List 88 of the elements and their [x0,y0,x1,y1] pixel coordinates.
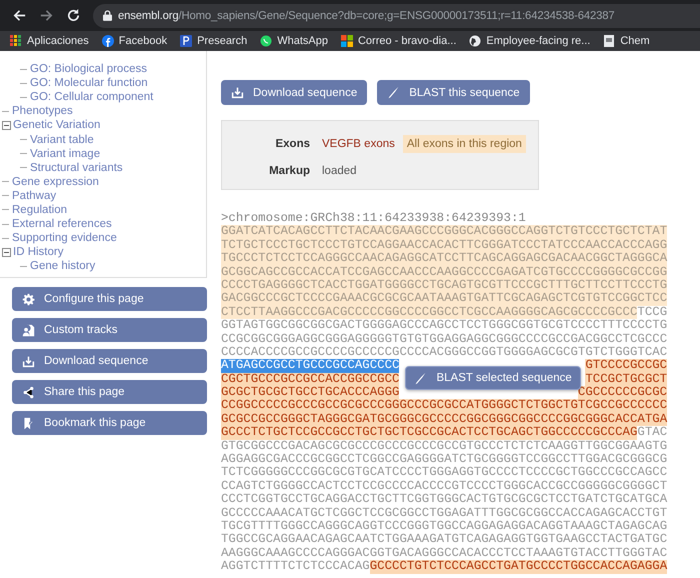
bookmark-item[interactable]: Employee-facing re... [469,35,590,47]
bookmark-item[interactable]: Chem [603,35,650,47]
utr-sequence: CTCCTTAAGGCCCGACGCCCCCGGCCCCGGCCTCGCCAAGGGGCAGCGCCCCGCCC [221,306,638,320]
utr-sequence: CCCCTGAGGGGCTCACCTGGATGGGGCCTGCAGTGCGTTCCCGCTTTGCTTCCTTCCCTG [221,278,668,292]
sidebar-link[interactable]: Regulation [12,204,67,216]
share-icon [22,386,35,399]
collapse-icon[interactable] [2,248,11,257]
sidebar-button[interactable]: Download sequence [12,349,207,374]
exon-sequence: GTCCCCGCCGC [585,359,668,373]
exon-sequence: GCGCTGCGCTGCCTGCACCCAGGG [221,386,400,400]
info-value: loaded [322,165,357,177]
utr-sequence: TGCCCTCTCCTCCAGGGCCAACAGAGGCATCCTTCAGCAGGAGCGACAACGGCTAGGGCA [221,252,668,266]
selected-sequence: ATGAGCCGCCTGCCCGCCAGCCCC [221,359,400,373]
sidebar-link[interactable]: Gene history [30,260,96,272]
bookmark-item[interactable]: WhatsApp [260,35,328,47]
bookmark-item[interactable]: Aplicaciones [10,35,89,47]
utr-sequence: GCGGCAGCCGCCACCATCCGAGCCAACCCAAGGCCCCGAGATCGTGCCCCGGGGCGCCGG [221,266,668,279]
exon-sequence: GCCCCTGTCTCCCAGCCTGATGCCCCTGGCCACCAGAGGA [370,560,668,574]
sidebar-link[interactable]: GO: Cellular component [30,91,154,104]
blast-selected-button[interactable]: BLAST selected sequence [405,366,581,390]
bookmark-item[interactable]: Facebook [102,35,168,47]
intron-sequence: TGCGTTTTGGGCCAGGGCAGGTCCCGGGTGGCCAGGAGAGGACAGGTAAAGCTAGAGCAG [221,520,668,534]
exon-sequence: CGCCCCCCGCGC [578,386,668,400]
intron-sequence: GCCCCCAAACATGCTCGGCTCCGCGGCCTGGAGATTTGGCGCGGCCACCAGAGCACCTGT [221,506,668,520]
sidebar-link[interactable]: External references [12,218,112,230]
intron-sequence: CCAGTCTGGGGCCACTCCTCCGCCCCACCCCGTCCCCTGGGCACCGCCGGGGGCGGGGCT [221,480,668,494]
presearch-icon [180,35,192,47]
facebook-icon [102,35,114,47]
intron-sequence: AGGAGGCGACCCGCGGCCTCGGCCGAGGGGATCTGCGGGGTCCGGCCTTGGACGCGGGCG [221,453,668,466]
whatsapp-icon [260,35,272,47]
collapse-icon[interactable] [2,120,11,130]
address-bar[interactable]: ensembl.org/Homo_sapiens/Gene/Sequence?db=core;g=ENSG00000173511;r=11:64234538-642387 [93,4,700,28]
legend-item: All exons in this region [402,135,526,153]
back-arrow-icon[interactable] [12,8,27,23]
sidebar-button[interactable]: Bookmark this page [12,411,207,436]
download-icon [22,354,35,368]
globe-icon [469,35,482,47]
intron-sequence: AAGGGCAAAGCCCCAGGGACGGTGACAGGGCCACACCCTCCTAAAGTGTACCTTGGGTAC [221,546,668,560]
intron-sequence: GTAC [637,426,668,440]
apps-grid-icon [10,35,22,47]
intron-sequence: CCCTCGGTGCCTGCAGGACCTGCTTCGGTGGGCACTGTGCGCGCTCCTGATCTGCATGCA [221,493,668,507]
exon-sequence: CCGGCCCCCGCCCGCCGCGCCCGGGCCCGCGCCATGGGGCTCTGGCTGTCGCCGCCCCCC [221,399,668,413]
intron-sequence: TCTCGGGGGCCCGGCGCGTGCATCCCCTGGGAGGTGCCCCTCCCCGCTGGCCCGCCAGCC [221,466,668,480]
reload-icon[interactable] [66,8,81,23]
utr-sequence: TCTGCTCCCTGCTCCCTGTCCAGGAACCACACTTCGGGATCCCTATCCCAACCACCCAGG [221,238,668,252]
sidebar-link[interactable]: GO: Molecular function [30,77,148,90]
sidebar-link[interactable]: Supporting evidence [12,232,117,244]
sidebar-link[interactable]: ID History [13,246,64,258]
exon-sequence: CGCTGCCCGCCGCCACCGGCCGCC [221,372,400,386]
intron-sequence: CCCCACCCCGCCGCCCCGCCCCCGCCCCACGGGCCGGTGGGGAGCGCGTGTCTGGGTCAC [221,346,668,360]
sidebar-link[interactable]: Pathway [12,190,56,202]
sidebar-link[interactable]: Variant table [30,134,94,146]
intron-sequence: CCGCGGCGGGAGGCGGGAGGGGGTGTGTGGAGGAGGCGGGCCCCGCCGACGGCCTCGCCC [221,332,668,346]
bookmark-item[interactable]: Presearch [180,35,248,47]
sequence-header: >chromosome:GRCh38:11:64233938:64239393:1 [221,212,526,226]
download-icon [231,86,244,99]
sidebar-link[interactable]: Variant image [30,148,100,160]
intron-sequence: AGGTCTTTTCTCTCCCACAG [221,560,370,574]
exon-sequence: GCGCCGCCGGGCTAGGGCGATGCGGGCGCCCCCGGCGGGCGGCCCCGGCGGGCACCATGA [221,412,668,426]
sidebar-link[interactable]: Gene expression [12,176,99,188]
toolbar-button[interactable]: Download sequence [221,80,368,105]
legend-item: VEGFB exons [322,138,395,150]
lock-icon [103,10,112,21]
sidebar-link[interactable]: GO: Biological process [30,63,147,76]
intron-sequence: TCCG [637,306,668,320]
bookmark-icon [22,416,35,430]
intron-sequence: TGGCCGCAGGAACAGAGCAATCTGGAAAGATGTCAGAGAGGTGGTGAAGCCTACTGATGC [221,533,668,547]
exon-sequence: GCCCTCTGCTCCGCCGCCTGCTGCTCGCCGCACTCCTGCAGCTGGCCCCCGCCCAG [221,426,638,440]
intron-sequence: GGTAGTGGCGGCGGCGACTGGGGAGCCCAGCCTCCTGGGCGGTGCGTCCCCTTTCCCCTG [221,319,668,333]
forward-arrow-icon[interactable] [39,8,54,23]
bookmark-item[interactable]: Correo - bravo-dia... [340,35,456,47]
user-document-icon [22,324,35,337]
info-label: Exons [274,138,310,150]
windows-logo-icon [340,35,353,47]
sidebar-button[interactable]: Share this page [12,380,207,404]
sidebar-link[interactable]: Structural variants [30,162,123,174]
intron-sequence: GTGCGGCCCGACAGCGCGCCCGCCCGCCCGCCGTGCCCTCTCTCAAGGTTGGCGGAAGTG [221,440,668,454]
sidebar-button[interactable]: Configure this page [12,287,207,312]
info-label: Markup [268,165,310,177]
page-icon [603,35,616,47]
utr-sequence: GACGGCCCGCTCCCCGAAACGCGCGCAATAAAGTGATTCGCAGAGCTCGTGTCCGGCTCC [221,292,668,306]
sidebar-button[interactable]: Custom tracks [12,318,207,342]
toolbar-button[interactable]: BLAST this sequence [377,80,530,105]
sidebar-link[interactable]: Phenotypes [12,105,73,118]
utr-sequence: GGATCATCACAGCCTTCTACAACGAAGCCCGGGCACGGGCCAGGTCTGTCCCTGCTCTAT [221,225,668,239]
exon-sequence: TCCGCTGCGCT [585,372,668,386]
sidebar-link[interactable]: Genetic Variation [13,119,100,132]
gear-icon [22,292,35,306]
